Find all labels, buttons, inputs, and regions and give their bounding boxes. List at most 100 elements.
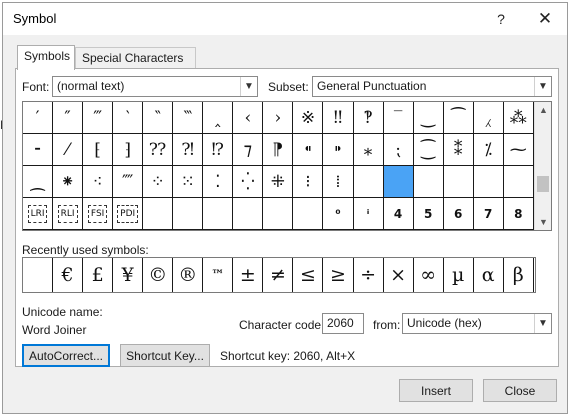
help-button[interactable]: ?: [481, 5, 521, 33]
symbol-cell[interactable]: [173, 198, 204, 230]
recent-symbol-cell[interactable]: ≤: [293, 258, 324, 292]
chevron-down-icon[interactable]: ▼: [534, 77, 551, 96]
recent-symbol-cell[interactable]: ®: [173, 258, 204, 292]
symbol-cell[interactable]: ⁍: [323, 134, 354, 166]
symbol-cell[interactable]: RLI: [53, 198, 84, 230]
symbol-cell[interactable]: FSI: [83, 198, 114, 230]
symbol-cell[interactable]: ⁗: [113, 166, 144, 198]
symbol-cell[interactable]: ⁃: [23, 134, 54, 166]
symbol-cell[interactable]: ‵: [113, 102, 144, 134]
symbol-cell[interactable]: 6: [443, 198, 474, 230]
symbol-cell[interactable]: ‹: [233, 102, 264, 134]
symbol-cell[interactable]: ⁌: [293, 134, 324, 166]
symbol-cell[interactable]: 4: [383, 198, 414, 230]
font-dropdown[interactable]: (normal text) ▼: [52, 76, 258, 97]
subset-dropdown[interactable]: General Punctuation ▼: [312, 76, 552, 97]
chevron-down-icon[interactable]: ▼: [534, 314, 551, 333]
symbol-cell[interactable]: ‽: [353, 102, 384, 134]
symbol-cell[interactable]: [293, 198, 324, 230]
chevron-down-icon[interactable]: ▼: [240, 77, 257, 96]
symbol-cell[interactable]: [203, 198, 234, 230]
symbol-cell[interactable]: ⁁: [473, 102, 504, 134]
symbol-cell[interactable]: ⁒: [473, 134, 504, 166]
recent-symbol-cell[interactable]: ©: [143, 258, 174, 292]
symbol-cell[interactable]: [413, 166, 444, 198]
symbol-cell[interactable]: ⁱ: [353, 198, 384, 230]
symbol-cell[interactable]: LRI: [23, 198, 54, 230]
scroll-down-icon[interactable]: ▼: [535, 214, 552, 230]
scroll-up-icon[interactable]: ▲: [535, 102, 552, 118]
symbol-cell[interactable]: ⁔: [23, 166, 54, 198]
recent-symbol-cell[interactable]: ÷: [354, 258, 384, 292]
symbol-cell[interactable]: ‷: [173, 102, 204, 134]
symbol-cell[interactable]: ⁎: [353, 134, 384, 166]
symbol-cell[interactable]: ⁰: [323, 198, 354, 230]
symbol-cell[interactable]: ⁝: [293, 166, 324, 198]
symbol-cell[interactable]: ⁘: [143, 166, 174, 198]
symbol-cell[interactable]: [383, 166, 414, 198]
insert-button[interactable]: Insert: [399, 379, 473, 402]
recent-symbol-cell[interactable]: [23, 258, 54, 292]
symbol-cell[interactable]: [503, 166, 534, 198]
symbol-cell[interactable]: ⁅: [83, 134, 114, 166]
recent-symbol-cell[interactable]: £: [83, 258, 114, 292]
recent-symbol-cell[interactable]: ¥: [113, 258, 144, 292]
symbol-cell[interactable]: ⁂: [503, 102, 534, 134]
symbol-cell[interactable]: ⁓: [503, 134, 534, 166]
symbol-cell[interactable]: ⁞: [323, 166, 354, 198]
recent-symbol-cell[interactable]: €: [53, 258, 84, 292]
from-dropdown[interactable]: Unicode (hex) ▼: [402, 313, 552, 334]
symbol-cell[interactable]: ′: [23, 102, 54, 134]
scrollbar-thumb[interactable]: [537, 176, 549, 192]
symbol-cell[interactable]: [353, 166, 384, 198]
symbol-cell[interactable]: ⁉: [203, 134, 234, 166]
recent-symbol-cell[interactable]: ∞: [414, 258, 444, 292]
symbol-cell[interactable]: ⁛: [233, 166, 264, 198]
symbol-cell[interactable]: [473, 166, 504, 198]
symbol-cell[interactable]: ⁑: [443, 134, 474, 166]
symbol-cell[interactable]: ‸: [203, 102, 234, 134]
recent-symbol-cell[interactable]: ™: [203, 258, 234, 292]
symbol-cell[interactable]: ⁆: [113, 134, 144, 166]
symbol-cell[interactable]: [263, 198, 294, 230]
symbol-cell[interactable]: ⁐: [413, 134, 444, 166]
recent-symbol-cell[interactable]: α: [474, 258, 504, 292]
symbol-cell[interactable]: ⁇: [143, 134, 174, 166]
recent-symbol-cell[interactable]: β: [504, 258, 534, 292]
recent-symbol-cell[interactable]: µ: [444, 258, 474, 292]
symbol-cell[interactable]: ⁊: [233, 134, 264, 166]
symbol-cell[interactable]: ⁈: [173, 134, 204, 166]
close-icon[interactable]: ✕: [525, 5, 565, 33]
character-code-input[interactable]: 2060: [322, 313, 364, 334]
symbol-grid-scrollbar[interactable]: ▲ ▼: [534, 102, 551, 230]
symbol-cell[interactable]: ‿: [413, 102, 444, 134]
recent-symbol-cell[interactable]: ±: [233, 258, 264, 292]
symbol-cell[interactable]: ‼: [323, 102, 354, 134]
symbol-cell[interactable]: ⁄: [53, 134, 84, 166]
symbol-cell[interactable]: ‶: [143, 102, 174, 134]
symbol-cell[interactable]: 7: [473, 198, 504, 230]
symbol-cell[interactable]: PDI: [113, 198, 144, 230]
symbol-cell[interactable]: [233, 198, 264, 230]
symbol-cell[interactable]: ⁙: [173, 166, 204, 198]
symbol-cell[interactable]: 5: [413, 198, 444, 230]
symbol-cell[interactable]: ⁀: [443, 102, 474, 134]
symbol-cell[interactable]: ⁖: [83, 166, 114, 198]
autocorrect-button[interactable]: AutoCorrect...: [22, 344, 110, 367]
symbol-cell[interactable]: ※: [293, 102, 324, 134]
symbol-cell[interactable]: [143, 198, 174, 230]
symbol-cell[interactable]: ⁕: [53, 166, 84, 198]
symbol-cell[interactable]: 8: [503, 198, 534, 230]
recent-symbol-cell[interactable]: ≠: [263, 258, 294, 292]
shortcut-key-button[interactable]: Shortcut Key...: [120, 344, 210, 367]
symbol-cell[interactable]: ⁏: [383, 134, 414, 166]
symbol-cell[interactable]: ⁚: [203, 166, 234, 198]
tab-symbols[interactable]: Symbols: [17, 45, 75, 70]
close-button[interactable]: Close: [483, 379, 557, 402]
recent-symbol-cell[interactable]: ×: [384, 258, 414, 292]
symbol-cell[interactable]: ⁜: [263, 166, 294, 198]
symbol-cell[interactable]: [443, 166, 474, 198]
symbol-cell[interactable]: ⁋: [263, 134, 294, 166]
tab-special-characters[interactable]: Special Characters: [75, 47, 196, 68]
recent-symbol-cell[interactable]: ≥: [323, 258, 354, 292]
